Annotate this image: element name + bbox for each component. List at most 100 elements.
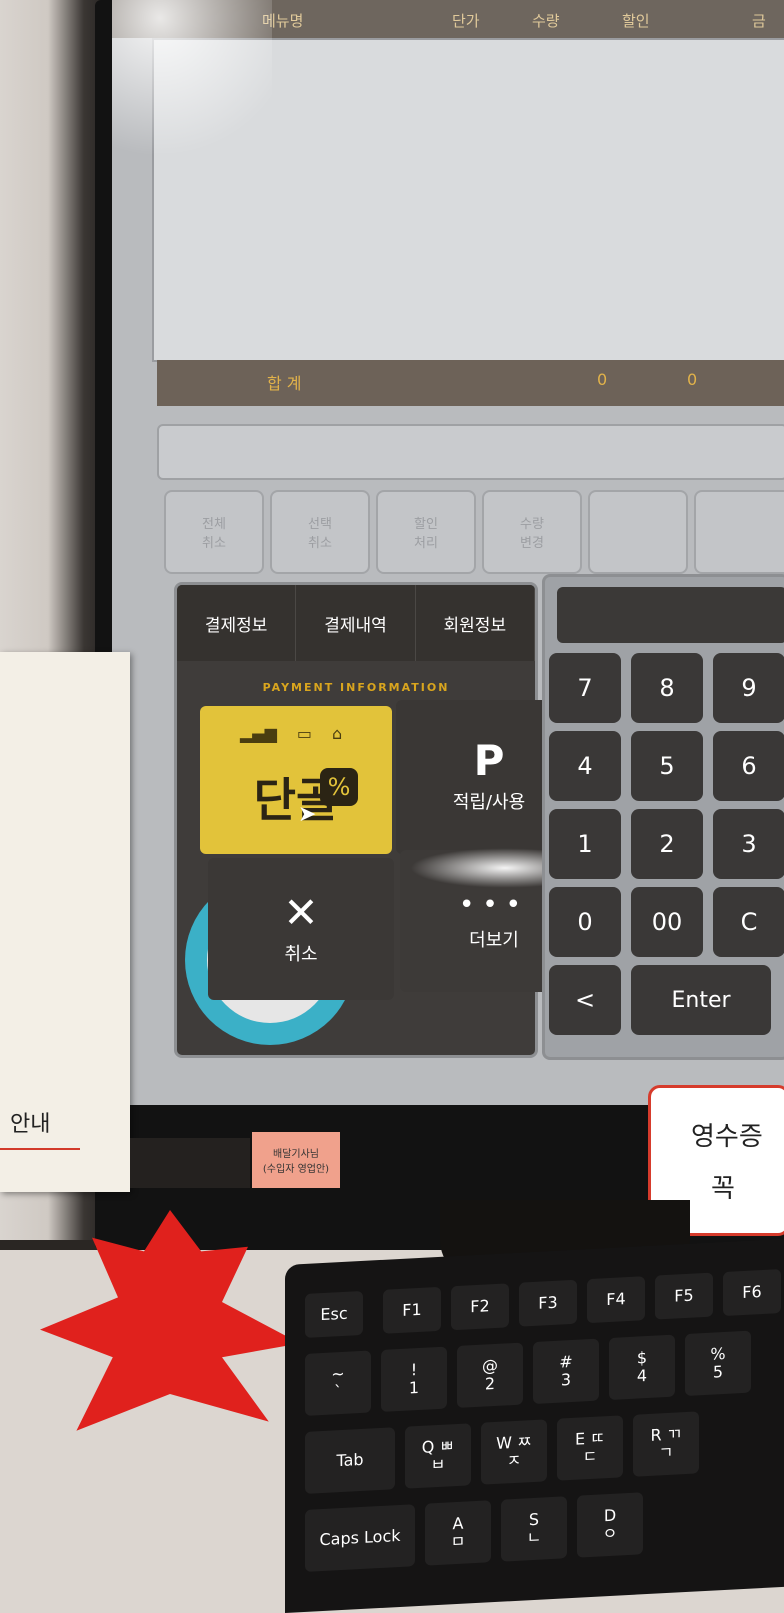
kb-d-bottom: ㅇ xyxy=(602,1523,618,1544)
kb-f1[interactable]: F1 xyxy=(383,1286,441,1334)
order-column-header: 메뉴명 단가 수량 할인 금 xyxy=(112,0,784,38)
kb-w[interactable]: W ㅉ ㅈ xyxy=(481,1419,547,1485)
kb-f5[interactable]: F5 xyxy=(655,1272,713,1320)
kb-r[interactable]: R ㄲ ㄱ xyxy=(633,1411,699,1477)
key-enter[interactable]: Enter xyxy=(631,965,771,1035)
kb-f6[interactable]: F6 xyxy=(723,1269,781,1317)
total-qty: 0 xyxy=(597,370,608,389)
col-menu: 메뉴명 xyxy=(262,12,304,30)
battery-icon: ▭ xyxy=(296,724,313,743)
payment-popup: ▂▄▆ ▭ ⌂ 단골 % ➤ P 적립/사용 ✕ 취소 ••• 더보기 xyxy=(200,700,600,1005)
key-6[interactable]: 6 xyxy=(713,731,784,801)
col-price: 단가 xyxy=(452,12,480,30)
tab-member-info[interactable]: 회원정보 xyxy=(416,585,535,661)
kb-esc[interactable]: Esc xyxy=(305,1290,363,1338)
key-1[interactable]: 1 xyxy=(549,809,621,879)
total-amount: 0 xyxy=(687,370,698,389)
kb-s-top: S xyxy=(528,1510,540,1530)
kb-a-top: A xyxy=(452,1514,464,1534)
kb-2-top: @ xyxy=(482,1356,498,1377)
col-amount: 금 xyxy=(752,12,766,30)
delivery-sticker: 배달기사님 (수입자 영업안) xyxy=(252,1132,340,1188)
lock-icon: ⌂ xyxy=(332,724,343,743)
function-button-row: 전체 취소 선택 취소 할인 처리 수량 변경 xyxy=(164,490,784,578)
kb-q[interactable]: Q ㅃ ㅂ xyxy=(405,1423,471,1489)
kb-3[interactable]: # 3 xyxy=(533,1338,599,1405)
sticker-line-1: 배달기사님 xyxy=(273,1149,319,1160)
function-button-5[interactable] xyxy=(588,490,688,574)
cancel-selected-button[interactable]: 선택 취소 xyxy=(270,490,370,574)
message-bar xyxy=(157,424,784,480)
cancel-all-button[interactable]: 전체 취소 xyxy=(164,490,264,574)
cancel-button[interactable]: ✕ 취소 xyxy=(208,858,394,1000)
col-discount: 할인 xyxy=(622,12,650,30)
key-3[interactable]: 3 xyxy=(713,809,784,879)
points-label: 적립/사용 xyxy=(452,792,526,813)
pos-screen: 메뉴명 단가 수량 할인 금 합 계 0 0 전체 취소 선택 취소 할인 처리… xyxy=(112,0,784,1105)
key-2[interactable]: 2 xyxy=(631,809,703,879)
receipt-sign-line-2: 꼭 xyxy=(711,1174,735,1204)
cancel-label: 취소 xyxy=(284,944,318,965)
key-7[interactable]: 7 xyxy=(549,653,621,723)
kb-5-bottom: 5 xyxy=(712,1362,724,1382)
kb-tilde-bottom: ` xyxy=(334,1382,342,1402)
kb-2-bottom: 2 xyxy=(484,1373,496,1394)
kb-d[interactable]: D ㅇ xyxy=(577,1492,643,1558)
regular-customer-button[interactable]: ▂▄▆ ▭ ⌂ 단골 % ➤ xyxy=(200,706,392,854)
receipt-sign-line-1: 영수증 xyxy=(691,1122,763,1152)
numeric-keypad: 7 8 9 4 5 6 1 2 3 0 00 C < Enter xyxy=(542,574,784,1060)
kb-f4[interactable]: F4 xyxy=(587,1276,645,1324)
kb-caps-lock[interactable]: Caps Lock xyxy=(305,1504,415,1572)
kb-1-bottom: 1 xyxy=(408,1377,420,1398)
kb-f3[interactable]: F3 xyxy=(519,1279,577,1327)
signal-icon: ▂▄▆ xyxy=(240,724,277,743)
discount-button[interactable]: 할인 처리 xyxy=(376,490,476,574)
kb-e-bottom: ㄷ xyxy=(582,1446,598,1467)
function-button-6[interactable] xyxy=(694,490,784,574)
key-9[interactable]: 9 xyxy=(713,653,784,723)
kb-tilde[interactable]: ~ ` xyxy=(305,1350,371,1416)
kb-3-top: # xyxy=(559,1352,573,1373)
paper-note: 안내 xyxy=(0,652,130,1192)
col-qty: 수량 xyxy=(532,12,560,30)
key-5[interactable]: 5 xyxy=(631,731,703,801)
kb-f2[interactable]: F2 xyxy=(451,1283,509,1331)
kb-s-bottom: ㄴ xyxy=(526,1527,542,1548)
kb-5[interactable]: % 5 xyxy=(685,1330,751,1397)
order-item-list[interactable] xyxy=(152,38,784,362)
terminal-status-icons: ▂▄▆ ▭ ⌂ xyxy=(240,724,342,743)
physical-keyboard: Esc F1 F2 F3 F4 F5 F6 ~ ` ! 1 @ 2 # 3 $ … xyxy=(285,1238,784,1613)
kb-w-bottom: ㅈ xyxy=(506,1450,522,1471)
key-clear[interactable]: C xyxy=(713,887,784,957)
kb-q-bottom: ㅂ xyxy=(430,1454,446,1475)
payment-caption: PAYMENT INFORMATION xyxy=(262,681,450,694)
kb-r-bottom: ㄱ xyxy=(658,1442,674,1463)
tab-payment-info[interactable]: 결제정보 xyxy=(177,585,297,661)
key-0[interactable]: 0 xyxy=(549,887,621,957)
kb-1[interactable]: ! 1 xyxy=(381,1346,447,1412)
more-dots-icon: ••• xyxy=(458,890,529,920)
note-underline xyxy=(0,1148,80,1150)
kb-4[interactable]: $ 4 xyxy=(609,1334,675,1401)
change-qty-button[interactable]: 수량 변경 xyxy=(482,490,582,574)
points-icon: P xyxy=(473,736,505,785)
key-00[interactable]: 00 xyxy=(631,887,703,957)
kb-2[interactable]: @ 2 xyxy=(457,1342,523,1408)
kb-e[interactable]: E ㄸ ㄷ xyxy=(557,1415,623,1481)
kb-s[interactable]: S ㄴ xyxy=(501,1496,567,1562)
mouse-cursor-icon: ➤ xyxy=(298,802,317,827)
kb-5-top: % xyxy=(710,1344,726,1365)
kb-a[interactable]: A ㅁ xyxy=(425,1500,491,1566)
kb-3-bottom: 3 xyxy=(560,1370,572,1390)
kb-d-top: D xyxy=(603,1506,617,1526)
tab-payment-history[interactable]: 결제내역 xyxy=(296,585,416,661)
key-backspace[interactable]: < xyxy=(549,965,621,1035)
key-8[interactable]: 8 xyxy=(631,653,703,723)
kb-a-bottom: ㅁ xyxy=(450,1531,466,1552)
kb-4-top: $ xyxy=(636,1348,648,1368)
key-4[interactable]: 4 xyxy=(549,731,621,801)
kb-q-top: Q ㅃ xyxy=(421,1436,455,1458)
kb-1-top: ! xyxy=(410,1360,418,1380)
kb-tab[interactable]: Tab xyxy=(305,1427,395,1494)
kb-e-top: E ㄸ xyxy=(575,1428,605,1450)
